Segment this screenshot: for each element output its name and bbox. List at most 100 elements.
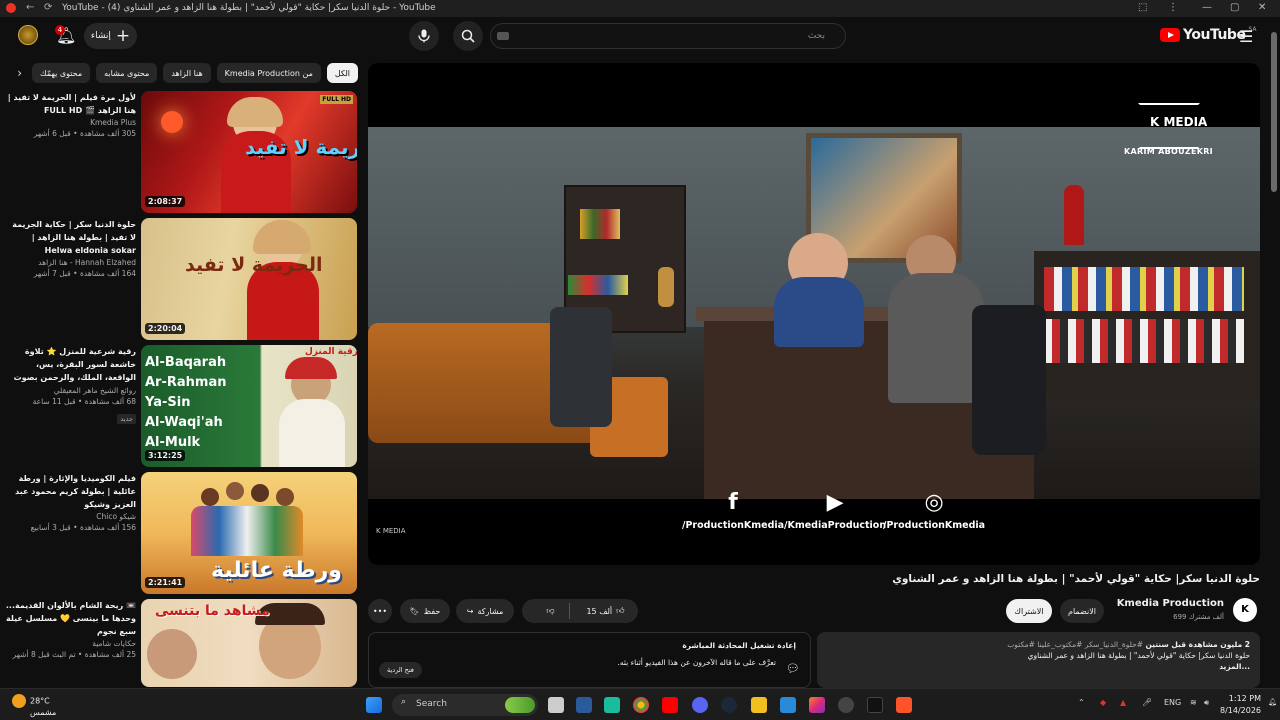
thumbnail-title-text: مشاهد ما بتنسى bbox=[155, 603, 270, 619]
instagram-app-icon[interactable] bbox=[809, 697, 825, 713]
like-button[interactable]: 👍︎ bbox=[616, 606, 624, 616]
kmedia-watermark: K MEDIA bbox=[376, 527, 406, 535]
karim-abouzekri-text: KARIM ABOUZEKRI bbox=[1124, 147, 1213, 156]
description-box[interactable]: 2 مليون مشاهدة قبل سنتين #حلوة_الدنيا_سك… bbox=[817, 632, 1260, 688]
chat-icon: 💬︎ bbox=[786, 662, 800, 675]
search-highlight-icon bbox=[505, 697, 535, 713]
guide-menu-icon[interactable]: ☰ bbox=[1239, 27, 1253, 46]
channel-avatar[interactable]: K bbox=[1233, 598, 1257, 622]
keyboard-icon[interactable] bbox=[497, 32, 509, 40]
video-actions-row: ••• 🔖︎ حفظ ↪ مشاركة 👎︎ 15 ألف 👍︎ الاشترا… bbox=[368, 598, 1260, 624]
windows-taskbar: 28°C مشمس Search ⌕ ⌃ ◆ ▲ 🎤︎ ENG ≋ 🔊︎ 1:1… bbox=[0, 688, 1280, 720]
close-icon[interactable]: ✕ bbox=[1258, 2, 1266, 13]
share-button[interactable]: ↪ مشاركة bbox=[456, 599, 514, 623]
page-scrollbar[interactable] bbox=[1270, 28, 1278, 688]
video-thumbnail[interactable]: مشاهد ما بتنسى bbox=[141, 599, 357, 687]
create-button[interactable]: إنشاء + bbox=[84, 23, 137, 49]
open-chat-button[interactable]: فتح الردية bbox=[379, 662, 422, 678]
voice-search-button[interactable] bbox=[409, 21, 439, 51]
video-thumbnail[interactable]: الجريمة لا تفيد FULL HD bbox=[141, 91, 357, 213]
video-thumbnail[interactable]: الجريمة لا تفيد bbox=[141, 218, 357, 340]
video-title[interactable]: رقية شرعية للمنزل ⭐ تلاوة خاشعة لسور الب… bbox=[4, 345, 136, 385]
recommendation-item[interactable]: الجريمة لا تفيد 2:20:04 حلوة الدنيا سكر … bbox=[0, 218, 360, 340]
chrome-icon[interactable] bbox=[633, 697, 649, 713]
video-title[interactable]: 📼 ريحة الشام بالألوان القديمة... وحدها م… bbox=[4, 599, 136, 638]
clock-date: 8/14/2026 bbox=[1220, 706, 1262, 715]
video-title[interactable]: فيلم الكوميديا والإثارة | ورطة عائلية | … bbox=[4, 472, 136, 511]
recommendation-item[interactable]: مشاهد ما بتنسى 📼 ريحة الشام بالألوان الق… bbox=[0, 599, 360, 687]
subscribe-button[interactable]: الاشتراك bbox=[1006, 599, 1052, 623]
steam-icon[interactable] bbox=[721, 697, 737, 713]
wifi-icon[interactable]: ≋ bbox=[1190, 698, 1197, 707]
brave-icon[interactable] bbox=[896, 697, 912, 713]
channel-name[interactable]: Hannah Elzahed - هنا الزاهد bbox=[4, 258, 136, 267]
channel-name[interactable]: Kmedia Plus bbox=[4, 118, 136, 127]
chip-similar[interactable]: محتوى مشابه bbox=[96, 63, 158, 83]
thumbnail-title-text: الجريمة لا تفيد bbox=[185, 254, 323, 276]
account-avatar[interactable] bbox=[18, 25, 38, 45]
social-facebook: f /ProductionKmedia bbox=[682, 490, 784, 531]
back-icon[interactable]: ← bbox=[26, 2, 34, 13]
dislike-button[interactable]: 👎︎ bbox=[535, 606, 565, 616]
save-button[interactable]: 🔖︎ حفظ bbox=[400, 599, 450, 623]
chip-from-channel[interactable]: من Kmedia Production bbox=[216, 63, 321, 83]
channel-name[interactable]: روائع الشيخ ماهر المعيقلي bbox=[4, 386, 136, 395]
instagram-handle: /ProductionKmedia bbox=[883, 520, 986, 531]
video-thumbnail[interactable]: ورطة عائلية bbox=[141, 472, 357, 594]
tray-app-icon[interactable]: ◆ bbox=[1100, 698, 1106, 707]
channel-name[interactable]: حكايات شامية bbox=[4, 639, 136, 648]
language-indicator[interactable]: ENG bbox=[1164, 698, 1181, 707]
youtube-icon: ▶ bbox=[826, 490, 844, 515]
browser-menu-icon[interactable]: ⋮ bbox=[1168, 2, 1178, 13]
chip-hana-elzahed[interactable]: هنا الزاهد bbox=[163, 63, 211, 83]
task-view-icon[interactable] bbox=[548, 697, 564, 713]
settings-icon[interactable] bbox=[838, 697, 854, 713]
video-title[interactable]: حلوة الدنيا سكر | حكاية الجريمة لا تفيد … bbox=[4, 218, 136, 257]
tiktok-icon[interactable] bbox=[867, 697, 883, 713]
channel-name[interactable]: Kmedia Production bbox=[1117, 598, 1224, 609]
chip-all[interactable]: الكل bbox=[326, 63, 358, 83]
video-player[interactable]: K MEDIA KARIM ABOUZEKRI f /ProductionKme… bbox=[368, 63, 1260, 565]
scrollbar-thumb[interactable] bbox=[1271, 32, 1277, 192]
join-button[interactable]: الانضمام bbox=[1060, 599, 1104, 623]
taskbar-clock[interactable]: 1:12 PM 8/14/2026 bbox=[1220, 693, 1261, 717]
start-icon[interactable] bbox=[366, 697, 382, 713]
capcut-icon[interactable] bbox=[780, 697, 796, 713]
video-frame[interactable] bbox=[368, 127, 1260, 499]
widgets-icon[interactable] bbox=[576, 697, 592, 713]
more-actions-button[interactable]: ••• bbox=[368, 599, 392, 623]
youtube-app-icon[interactable] bbox=[662, 697, 678, 713]
app-icon[interactable] bbox=[604, 697, 620, 713]
youtube-tab-icon[interactable] bbox=[6, 3, 16, 13]
discord-icon[interactable] bbox=[692, 697, 708, 713]
video-stats: 164 ألف مشاهدة • قبل 7 أشهر bbox=[33, 269, 136, 278]
microphone-tray-icon[interactable]: 🎤︎ bbox=[1142, 698, 1152, 707]
tray-app-icon[interactable]: ▲ bbox=[1120, 698, 1126, 707]
maximize-icon[interactable]: ▢ bbox=[1230, 2, 1239, 13]
weather-widget[interactable]: 28°C مشمس bbox=[12, 694, 56, 717]
file-explorer-icon[interactable] bbox=[751, 697, 767, 713]
extensions-icon[interactable]: ⬚ bbox=[1138, 2, 1147, 13]
notification-center-icon[interactable]: 🔔︎ bbox=[1268, 698, 1277, 706]
chip-interesting[interactable]: محتوى يهمّك bbox=[32, 63, 91, 83]
minimize-icon[interactable]: — bbox=[1202, 2, 1212, 13]
plus-icon: + bbox=[115, 25, 131, 46]
share-label: مشاركة bbox=[477, 606, 504, 616]
recommendation-item[interactable]: رقية المنزل Al-Baqarah Ar-Rahman Ya-Sin Al-… bbox=[0, 345, 360, 467]
channel-name[interactable]: شيكو Chico bbox=[4, 512, 136, 521]
search-button[interactable] bbox=[453, 21, 483, 51]
search-input[interactable]: بحث bbox=[490, 23, 846, 49]
recommendation-item[interactable]: ورطة عائلية 2:21:41 فيلم الكوميديا والإث… bbox=[0, 472, 360, 594]
chips-scroll-left-icon[interactable]: ‹ bbox=[13, 66, 26, 80]
tray-chevron-icon[interactable]: ⌃ bbox=[1078, 698, 1085, 707]
reload-icon[interactable]: ⟳ bbox=[44, 2, 52, 13]
video-thumbnail[interactable]: رقية المنزل Al-Baqarah Ar-Rahman Ya-Sin Al-… bbox=[141, 345, 357, 467]
video-stats: 156 ألف مشاهدة • قبل 3 أسابيع bbox=[30, 523, 136, 532]
description-tags[interactable]: #حلوة_الدنيا_سكر #مكتوب_علينا #مكتوب bbox=[1007, 640, 1143, 649]
recommendation-item[interactable]: الجريمة لا تفيد FULL HD 2:08:37 لأول مرة… bbox=[0, 91, 360, 213]
volume-icon[interactable]: 🔊︎ bbox=[1204, 698, 1209, 708]
video-title[interactable]: لأول مرة فيلم | الجريمة لا تفيد | هنا ال… bbox=[4, 91, 136, 117]
microphone-icon bbox=[418, 29, 430, 43]
description-text: حلوة الدنيا سكر| حكاية "قولي لأحمد" | بط… bbox=[1027, 651, 1250, 660]
description-more[interactable]: ...المزيد bbox=[827, 661, 1250, 672]
